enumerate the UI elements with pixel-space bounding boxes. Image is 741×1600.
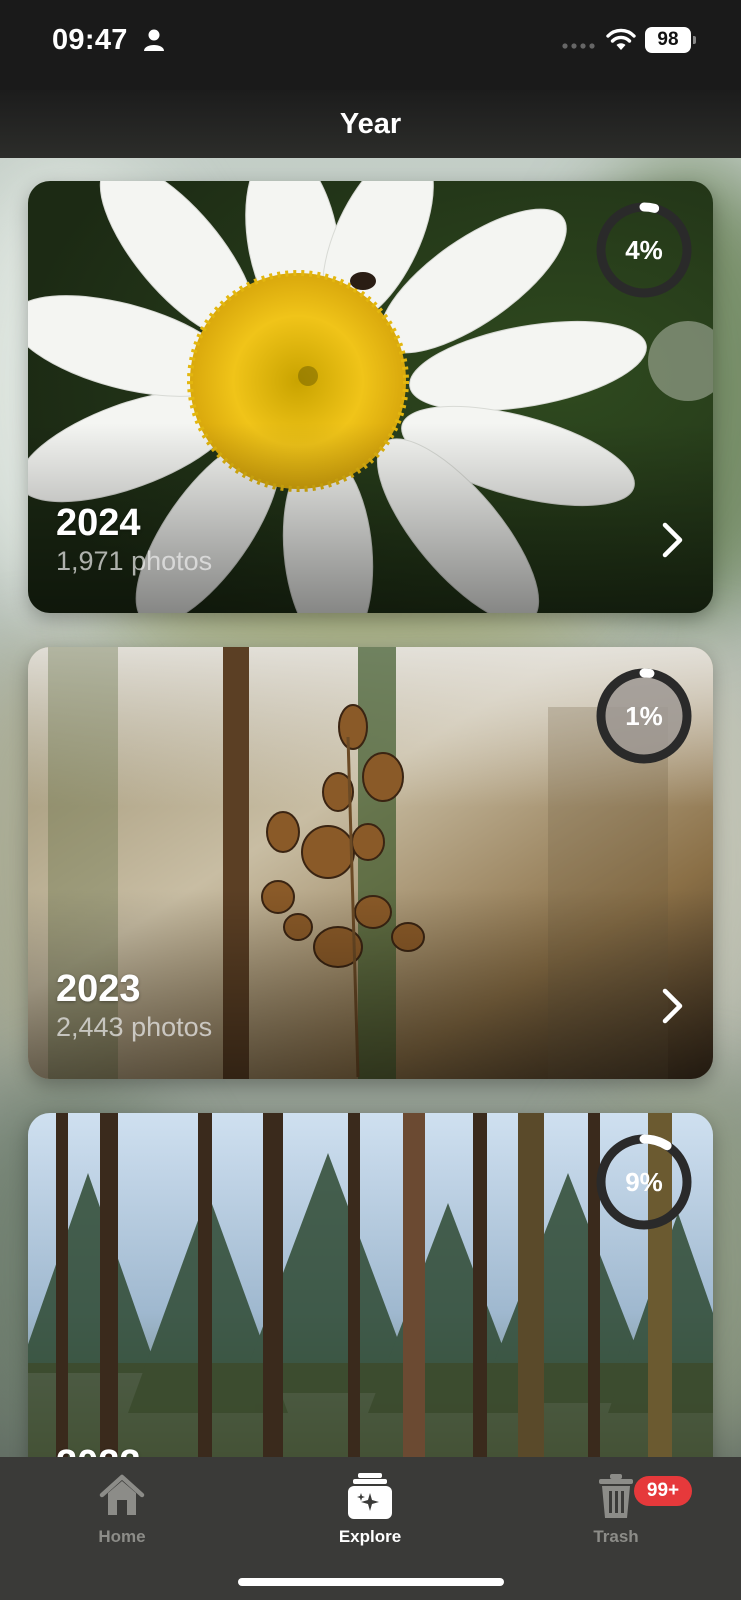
chevron-right-icon xyxy=(662,522,683,558)
tab-explore[interactable]: Explore xyxy=(305,1471,435,1561)
home-icon xyxy=(99,1474,145,1515)
tab-trash[interactable]: Trash 99+ xyxy=(551,1471,692,1561)
year-card-2024[interactable]: 4% 2024 1,971 photos xyxy=(28,181,713,613)
year-card-2022[interactable]: 9% 2022 xyxy=(28,1113,713,1513)
battery-indicator: 98 xyxy=(645,27,696,53)
status-time: 09:47 xyxy=(52,24,128,56)
chevron-right-icon xyxy=(662,988,683,1024)
tab-label: Trash xyxy=(593,1527,639,1546)
status-bar: 09:47 98 xyxy=(0,0,741,90)
home-indicator[interactable] xyxy=(238,1578,504,1586)
navigation-header: Year xyxy=(0,90,741,158)
trash-icon xyxy=(599,1474,633,1518)
page-title: Year xyxy=(339,107,402,140)
trash-count-badge: 99+ xyxy=(634,1476,692,1506)
tab-home[interactable]: Home xyxy=(57,1471,187,1561)
tab-label: Home xyxy=(98,1527,146,1546)
progress-percent: 1% xyxy=(625,700,663,731)
cellular-signal-icon xyxy=(562,43,595,49)
person-icon xyxy=(144,29,164,51)
wifi-icon xyxy=(606,28,636,50)
card-year: 2023 xyxy=(56,968,141,1010)
year-card-2023[interactable]: 1% 2023 2,443 photos xyxy=(28,647,713,1079)
progress-percent: 9% xyxy=(625,1166,663,1197)
photo-count: 1,971 photos xyxy=(56,546,213,576)
battery-level: 98 xyxy=(657,29,679,50)
explore-icon xyxy=(348,1473,392,1519)
progress-percent: 4% xyxy=(625,234,663,265)
card-year: 2024 xyxy=(56,502,141,544)
tab-label: Explore xyxy=(338,1527,402,1546)
photo-count: 2,443 photos xyxy=(56,1012,213,1042)
